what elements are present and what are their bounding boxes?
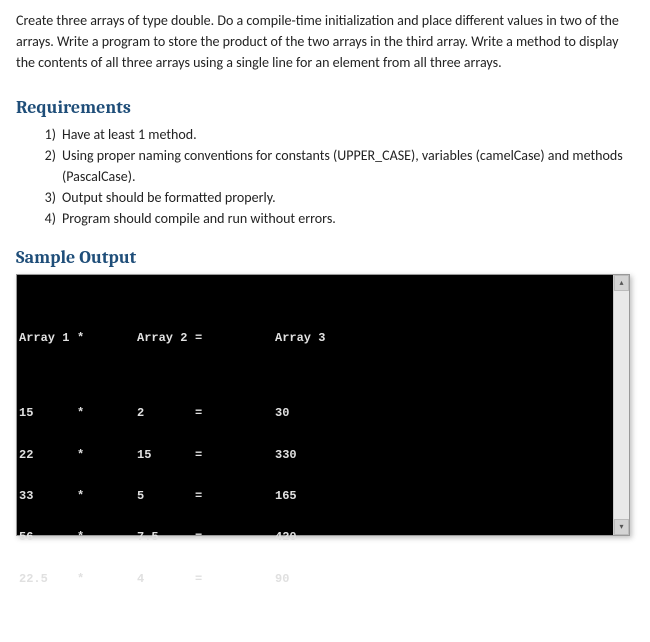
value-a3: 30: [275, 407, 335, 421]
value-a2: 2: [137, 407, 195, 421]
value-a2: 4: [137, 573, 195, 587]
console-output: Array 1 * Array 2 = Array 3 15 * 2 = 30 …: [17, 275, 613, 535]
value-a1: 22.5: [19, 573, 77, 587]
value-a1: 56: [19, 531, 77, 545]
value-a3: 90: [275, 573, 335, 587]
value-a3: 420: [275, 531, 335, 545]
list-text: Using proper naming conventions for cons…: [62, 147, 623, 185]
value-a3: 330: [275, 449, 335, 463]
scroll-down-button[interactable]: ▾: [614, 519, 629, 535]
console-content: Array 1 * Array 2 = Array 3 15 * 2 = 30 …: [19, 305, 611, 615]
table-row: 22 * 15 = 330: [19, 449, 611, 463]
list-item: 3)Output should be formatted properly.: [44, 187, 634, 208]
header-array3: Array 3: [275, 332, 335, 346]
op-eq: =: [195, 407, 275, 421]
header-op2: =: [195, 332, 275, 346]
op-mult: *: [77, 449, 137, 463]
list-item: 1)Have at least 1 method.: [44, 124, 634, 145]
list-number: 3): [32, 187, 56, 208]
op-eq: =: [195, 573, 275, 587]
header-array2: Array 2: [137, 332, 195, 346]
header-array1: Array 1: [19, 332, 77, 346]
list-text: Have at least 1 method.: [62, 126, 197, 143]
scroll-up-button[interactable]: ▴: [614, 275, 629, 291]
table-row: 33 * 5 = 165: [19, 490, 611, 504]
value-a2: 15: [137, 449, 195, 463]
console-header-row: Array 1 * Array 2 = Array 3: [19, 332, 611, 346]
value-a1: 22: [19, 449, 77, 463]
list-number: 4): [32, 208, 56, 229]
intro-paragraph: Create three arrays of type double. Do a…: [16, 10, 634, 73]
value-a1: 15: [19, 407, 77, 421]
value-a2: 7.5: [137, 531, 195, 545]
header-op1: *: [77, 332, 137, 346]
value-a3: 165: [275, 490, 335, 504]
console-window: Array 1 * Array 2 = Array 3 15 * 2 = 30 …: [16, 274, 630, 536]
op-mult: *: [77, 490, 137, 504]
requirements-heading: Requirements: [16, 97, 634, 118]
op-mult: *: [77, 407, 137, 421]
op-eq: =: [195, 531, 275, 545]
list-text: Output should be formatted properly.: [62, 189, 276, 206]
table-row: 56 * 7.5 = 420: [19, 531, 611, 545]
value-a1: 33: [19, 490, 77, 504]
value-a2: 5: [137, 490, 195, 504]
sample-output-heading: Sample Output: [16, 247, 634, 268]
list-item: 4)Program should compile and run without…: [44, 208, 634, 229]
op-eq: =: [195, 449, 275, 463]
blank-line: [19, 374, 611, 380]
op-eq: =: [195, 490, 275, 504]
list-item: 2)Using proper naming conventions for co…: [44, 145, 634, 187]
list-number: 2): [32, 145, 56, 166]
list-number: 1): [32, 124, 56, 145]
op-mult: *: [77, 573, 137, 587]
requirements-list: 1)Have at least 1 method. 2)Using proper…: [44, 124, 634, 229]
table-row: 15 * 2 = 30: [19, 407, 611, 421]
list-text: Program should compile and run without e…: [62, 210, 336, 227]
table-row: 22.5 * 4 = 90: [19, 573, 611, 587]
op-mult: *: [77, 531, 137, 545]
scrollbar[interactable]: ▴ ▾: [613, 275, 629, 535]
